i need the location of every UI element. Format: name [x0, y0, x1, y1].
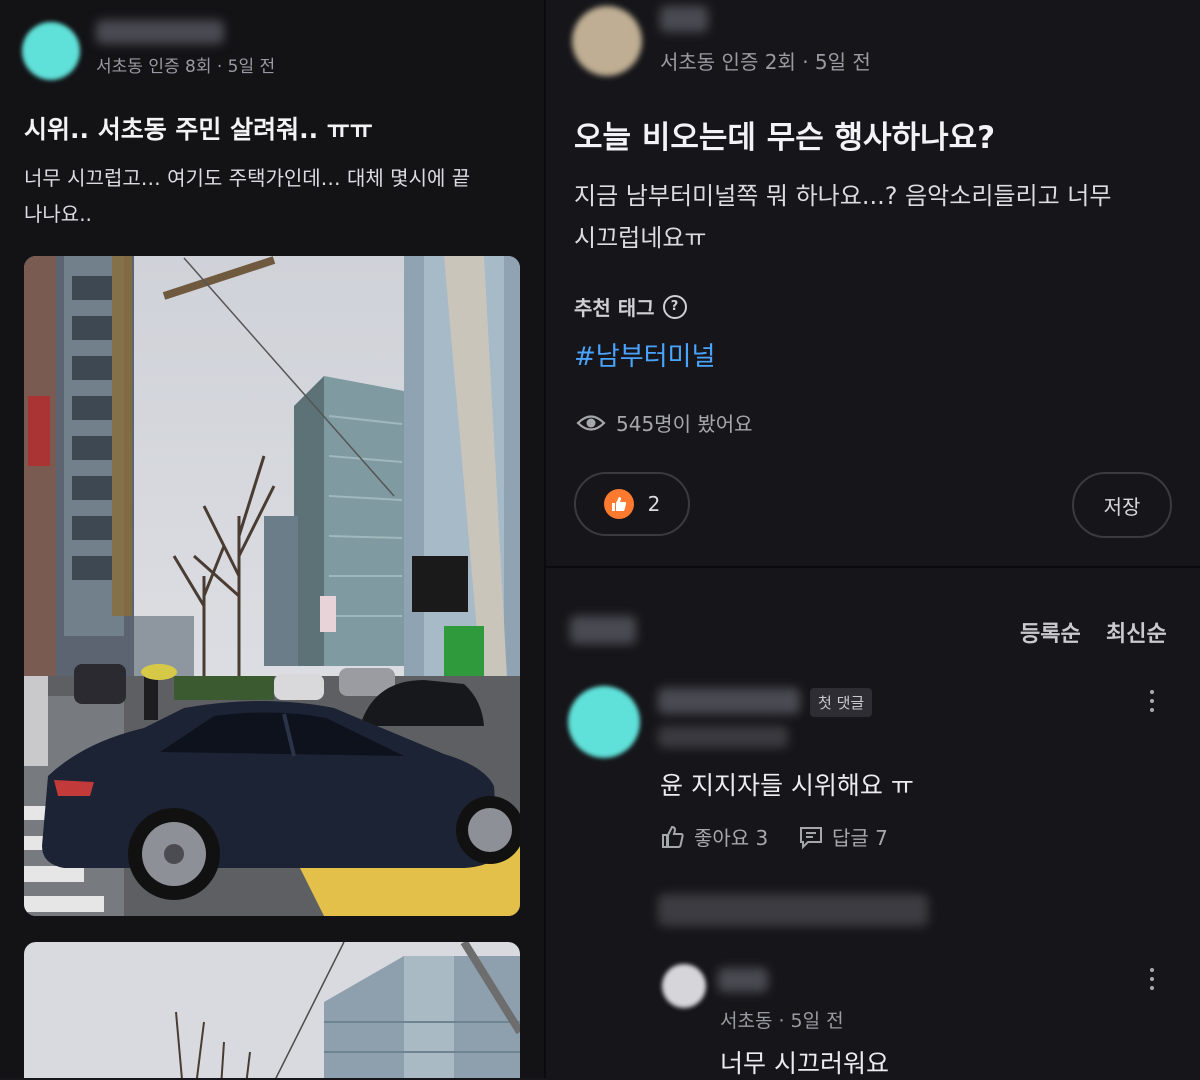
comments-section: 등록순 최신순 첫 댓글 윤 지지자들 시위해요 ㅠ 좋아요 3 답글 7 서초… — [546, 568, 1200, 1078]
post-title[interactable]: 시위.. 서초동 주민 살려줘.. ㅠㅠ — [24, 110, 373, 146]
reply-author-blurred[interactable] — [718, 968, 768, 992]
recommended-tags-label: 추천 태그 — [574, 296, 655, 320]
author-avatar[interactable] — [572, 6, 642, 76]
post-meta: 서초동 인증 2회 · 5일 전 — [660, 50, 871, 74]
street-photo-image — [24, 256, 520, 916]
building-photo-image — [24, 942, 520, 1078]
first-comment-badge: 첫 댓글 — [810, 688, 873, 717]
post-body-line-2: 나나요.. — [24, 202, 92, 226]
help-circle-icon[interactable]: ? — [662, 294, 687, 319]
post-body-line-1: 너무 시끄럽고… 여기도 주택가인데… 대체 몇시에 끝 — [24, 166, 471, 190]
post-meta: 서초동 인증 8회 · 5일 전 — [96, 57, 276, 77]
commenter-avatar[interactable] — [568, 686, 640, 758]
sort-registered[interactable]: 등록순 — [1020, 616, 1081, 648]
like-button[interactable]: 2 — [574, 472, 690, 536]
post-body-line-1: 지금 남부터미널쪽 뭐 하나요...? 음악소리들리고 너무 — [574, 182, 1112, 210]
hashtag-link[interactable]: #남부터미널 — [574, 336, 715, 373]
reply-icon — [800, 826, 822, 849]
post-title: 오늘 비오는데 무슨 행사하나요? — [574, 120, 996, 156]
more-vertical-icon[interactable] — [1150, 968, 1156, 995]
like-count: 2 — [647, 492, 661, 516]
recommended-tags-heading: 추천 태그 ? — [574, 292, 687, 321]
commenter-name-blurred[interactable] — [658, 688, 800, 714]
author-name-blurred[interactable] — [660, 6, 708, 32]
view-count-label: 545명이 봤어요 — [616, 412, 753, 436]
comment-reply-label: 답글 7 — [832, 826, 888, 850]
author-name-blurred[interactable] — [96, 20, 224, 44]
thumbs-up-icon — [603, 489, 634, 519]
left-post: 서초동 인증 8회 · 5일 전 시위.. 서초동 주민 살려줘.. ㅠㅠ 너무… — [0, 0, 544, 1078]
author-avatar[interactable] — [22, 22, 80, 80]
right-post: 서초동 인증 2회 · 5일 전 오늘 비오는데 무슨 행사하나요? 지금 남부… — [546, 0, 1200, 568]
comment-like-label: 좋아요 3 — [694, 826, 769, 850]
thumbs-up-icon — [662, 825, 684, 848]
sort-latest[interactable]: 최신순 — [1106, 616, 1167, 648]
comment-like-button[interactable]: 좋아요 3 — [660, 822, 768, 851]
reply-meta: 서초동 · 5일 전 — [720, 1010, 844, 1032]
comment-reply-button[interactable]: 답글 7 — [798, 822, 888, 851]
save-button[interactable]: 저장 — [1072, 472, 1172, 538]
comment-text: 윤 지지자들 시위해요 ㅠ — [660, 771, 914, 800]
view-count: 545명이 봤어요 — [576, 408, 753, 437]
more-vertical-icon[interactable] — [1150, 690, 1156, 717]
post-photo-building[interactable] — [24, 942, 520, 1078]
post-body-line-2: 시끄럽네요ㅠ — [574, 224, 707, 252]
reply-text: 너무 시끄러워요 — [720, 1049, 889, 1078]
commenter-meta-blurred — [658, 726, 788, 748]
reply-avatar[interactable] — [662, 964, 706, 1008]
reply-preview-blurred[interactable] — [658, 894, 928, 926]
eye-icon — [576, 414, 606, 431]
comments-heading-blurred — [570, 616, 636, 644]
post-photo-street[interactable] — [24, 256, 520, 916]
